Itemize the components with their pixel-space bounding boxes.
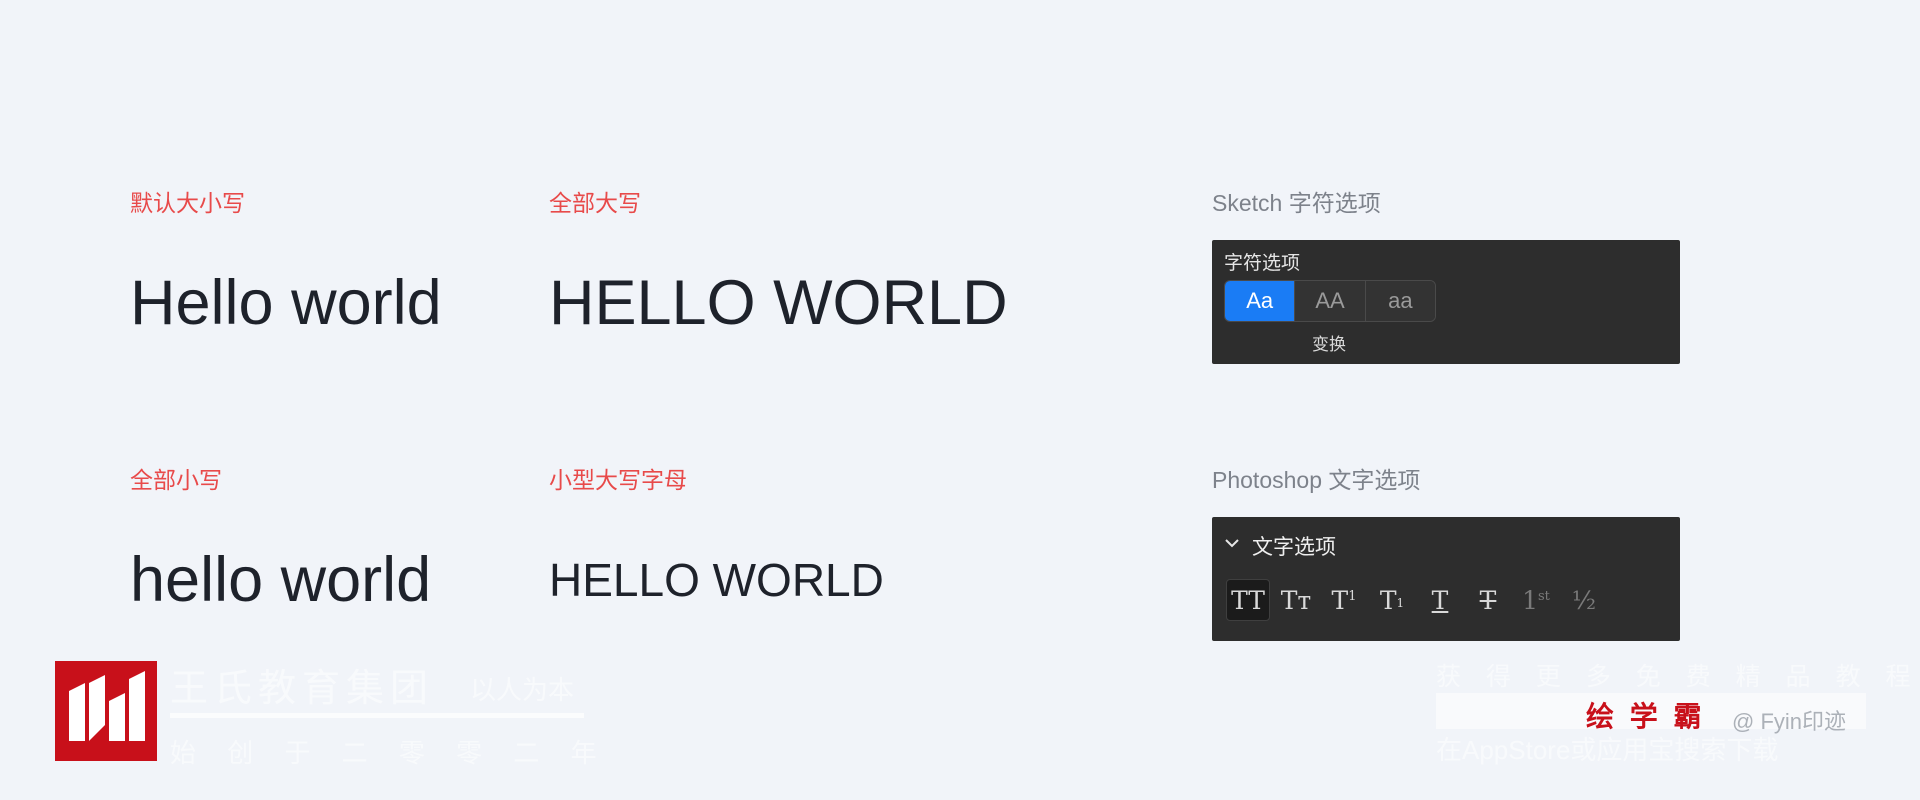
- ordinals-icon[interactable]: 1st: [1514, 579, 1558, 621]
- chevron-down-icon[interactable]: [1224, 535, 1240, 551]
- photoshop-heading: Photoshop 文字选项: [1212, 467, 1421, 493]
- all-caps-sample: HELLO WORLD: [549, 268, 1008, 338]
- promo-line-2: 在AppStore或应用宝搜索下载: [1436, 735, 1779, 765]
- small-caps-sample: HELLO WORLD: [549, 554, 884, 606]
- transform-uppercase-button[interactable]: AA: [1295, 281, 1366, 321]
- type-style-toolbar: TT Tт T1 T1 T T 1st ½: [1226, 579, 1610, 621]
- all-lower-label: 全部小写: [130, 467, 222, 493]
- sketch-character-panel: 字符选项 Aa AA aa 变换: [1212, 240, 1680, 364]
- small-caps-label: 小型大写字母: [549, 467, 687, 493]
- all-lower-sample: hello world: [130, 545, 432, 615]
- photoshop-type-options-panel: 文字选项 TT Tт T1 T1 T T 1st ½: [1212, 517, 1680, 641]
- organization-motto: 以人为本: [470, 675, 575, 705]
- organization-name: 王氏教育集团: [170, 668, 435, 710]
- text-transform-segmented-control: Aa AA aa: [1224, 280, 1436, 322]
- sketch-heading: Sketch 字符选项: [1212, 190, 1381, 216]
- watermark-divider: [170, 713, 584, 718]
- small-caps-icon[interactable]: Tт: [1274, 579, 1318, 621]
- brand-name: 绘 学 霸: [1586, 701, 1706, 732]
- default-case-label: 默认大小写: [130, 190, 245, 216]
- subscript-icon[interactable]: T1: [1370, 579, 1414, 621]
- sketch-panel-title: 字符选项: [1224, 253, 1301, 274]
- underline-icon[interactable]: T: [1418, 579, 1462, 621]
- transform-caption: 变换: [1312, 335, 1346, 354]
- promo-line-1: 获 得 更 多 免 费 精 品 教 程: [1436, 663, 1920, 691]
- organization-logo: [55, 661, 157, 761]
- founded-text: 始 创 于 二 零 零 二 年: [170, 738, 609, 768]
- superscript-icon[interactable]: T1: [1322, 579, 1366, 621]
- strikethrough-icon[interactable]: T: [1466, 579, 1510, 621]
- default-case-sample: Hello world: [130, 268, 442, 338]
- photoshop-panel-title: 文字选项: [1252, 536, 1336, 559]
- transform-lowercase-button[interactable]: aa: [1365, 281, 1435, 321]
- transform-default-button[interactable]: Aa: [1225, 281, 1296, 321]
- fractions-icon[interactable]: ½: [1562, 579, 1606, 621]
- all-caps-icon[interactable]: TT: [1226, 579, 1270, 621]
- logo-w-icon: [69, 671, 145, 741]
- all-caps-label: 全部大写: [549, 190, 641, 216]
